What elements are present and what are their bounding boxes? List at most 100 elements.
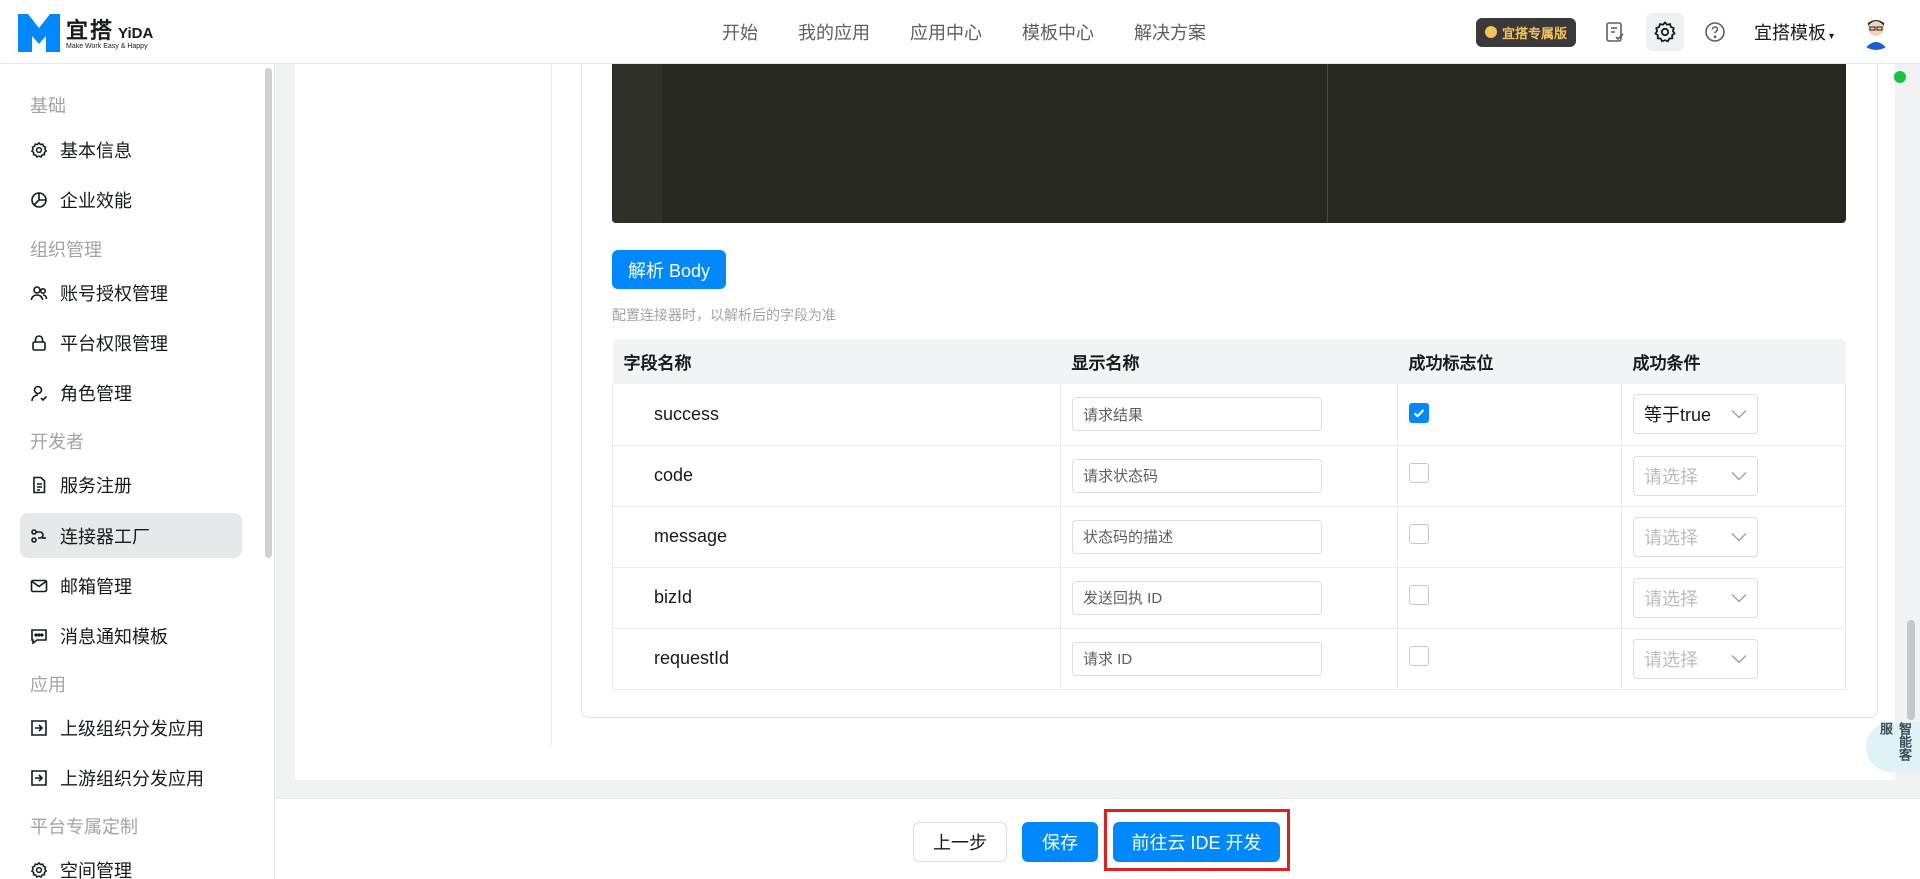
condition-value: 请选择 [1644,588,1698,609]
nav-solutions[interactable]: 解决方案 [1134,19,1206,45]
sidebar-item-parent-org-apps[interactable]: 上级组织分发应用 [20,705,242,750]
col-success-flag: 成功标志位 [1397,339,1622,384]
user-role-icon [31,385,48,401]
todo-button[interactable] [1596,13,1634,51]
crown-icon [1484,26,1497,38]
sidebar-item-mail-management[interactable]: 邮箱管理 [20,563,242,608]
table-row: bizId 请选择 [612,567,1846,629]
sidebar-item-label: 服务注册 [60,475,132,496]
config-card: 解析 Body 配置连接器时，以解析后的字段为准 字段名称 显示名称 成功标志位… [295,64,1895,780]
condition-select[interactable]: 等于true [1633,394,1758,435]
chevron-down-icon [1731,532,1747,542]
parse-body-button[interactable]: 解析 Body [612,250,727,289]
sidebar-item-label: 企业效能 [60,190,132,211]
question-icon [1705,22,1725,42]
sidebar-group-basic: 基础 [30,96,66,116]
editor-gutter [612,64,662,223]
nav-start[interactable]: 开始 [722,19,758,45]
display-name-input[interactable] [1072,397,1322,432]
yida-logo[interactable]: 宜搭 YiDA Make Work Easy & Happy [18,10,153,52]
document-icon [33,476,46,493]
org-switcher[interactable]: 宜搭模板 ▾ [1754,19,1834,45]
sidebar-scrollbar[interactable] [265,68,272,558]
condition-value: 请选择 [1644,466,1698,487]
sidebar-item-space-management[interactable]: 空间管理 [20,847,242,879]
settings-button[interactable] [1645,13,1684,51]
save-button[interactable]: 保存 [1022,822,1098,862]
sidebar-item-account-auth[interactable]: 账号授权管理 [20,270,242,315]
avatar[interactable] [1858,14,1894,50]
brand-name-cn: 宜搭 [66,17,115,43]
sidebar-item-platform-permission[interactable]: 平台权限管理 [20,320,242,365]
sidebar-item-role-management[interactable]: 角色管理 [20,370,242,415]
field-table: 字段名称 显示名称 成功标志位 成功条件 success 等于true code [612,339,1846,690]
page-scrollbar[interactable] [1907,620,1915,720]
chevron-down-icon [1731,410,1747,419]
table-row: requestId 请选择 [612,628,1846,690]
display-name-input[interactable] [1072,458,1322,493]
sidebar-item-label: 邮箱管理 [60,576,132,597]
code-editor[interactable] [612,64,1846,223]
condition-select[interactable]: 请选择 [1633,455,1758,496]
sidebar-item-efficiency[interactable]: 企业效能 [20,177,242,222]
sidebar-item-label: 平台权限管理 [60,333,168,354]
prev-step-button[interactable]: 上一步 [913,822,1007,862]
condition-select[interactable]: 请选择 [1633,577,1758,618]
top-header: 宜搭 YiDA Make Work Easy & Happy 开始 我的应用 应用… [0,0,1920,64]
display-name-input[interactable] [1072,641,1322,676]
assistant-label: 智能客服 [1878,722,1912,761]
sidebar-group-app: 应用 [30,675,66,695]
sidebar-item-service-register[interactable]: 服务注册 [20,462,242,507]
nav-template-center[interactable]: 模板中心 [1022,19,1094,45]
sidebar-item-label: 角色管理 [60,383,132,404]
condition-value: 请选择 [1644,649,1698,670]
condition-select[interactable]: 请选择 [1633,638,1758,679]
sidebar-item-connector-factory[interactable]: 连接器工厂 [20,513,242,558]
sidebar-item-label: 消息通知模板 [60,626,168,647]
display-name-input[interactable] [1072,519,1322,554]
brand-name-en: YiDA [118,24,154,42]
sidebar-item-upstream-org-apps[interactable]: 上游组织分发应用 [20,755,242,800]
cloud-ide-button[interactable]: 前往云 IDE 开发 [1113,822,1280,862]
online-status-dot [1894,71,1906,83]
editor-split[interactable] [1327,64,1328,223]
success-flag-checkbox[interactable] [1409,646,1429,666]
org-name: 宜搭模板 [1753,23,1826,43]
success-flag-checkbox[interactable] [1409,403,1429,424]
yida-logo-icon [18,10,60,52]
sidebar-item-message-template[interactable]: 消息通知模板 [20,613,242,658]
chevron-down-icon [1731,593,1747,603]
pro-edition-badge[interactable]: 宜搭专属版 [1475,17,1576,47]
gear-icon [1654,21,1676,43]
sidebar-item-label: 上级组织分发应用 [60,718,204,739]
field-name: bizId [612,567,1061,629]
table-row: success 等于true [612,384,1846,446]
condition-value: 等于true [1644,405,1712,426]
condition-select[interactable]: 请选择 [1633,516,1758,557]
table-row: message 请选择 [612,506,1846,568]
nav-my-apps[interactable]: 我的应用 [798,19,870,45]
sidebar-group-org: 组织管理 [30,240,102,260]
sidebar-group-developer: 开发者 [30,432,84,452]
caret-down-icon: ▾ [1828,31,1834,42]
sidebar-item-label: 账号授权管理 [60,283,168,304]
pro-edition-label: 宜搭专属版 [1501,25,1567,41]
sidebar-item-label: 连接器工厂 [60,526,150,547]
sidebar-item-basic-info[interactable]: 基本信息 [20,127,242,172]
success-flag-checkbox[interactable] [1409,463,1429,483]
enter-icon [31,719,47,736]
success-flag-checkbox[interactable] [1409,524,1429,544]
users-icon [30,285,48,300]
nav-app-center[interactable]: 应用中心 [910,19,982,45]
gear-icon [30,861,48,878]
success-flag-checkbox[interactable] [1409,585,1429,605]
help-button[interactable] [1696,13,1734,51]
col-success-condition: 成功条件 [1621,339,1846,384]
col-field-name: 字段名称 [612,339,1061,384]
chevron-down-icon [1731,471,1747,481]
footer-actions: 上一步 保存 前往云 IDE 开发 [275,798,1920,879]
field-name: code [612,445,1061,507]
smart-assistant-bubble[interactable]: 智能客服 [1866,722,1920,772]
display-name-input[interactable] [1072,580,1322,615]
table-row: code 请选择 [612,445,1846,507]
